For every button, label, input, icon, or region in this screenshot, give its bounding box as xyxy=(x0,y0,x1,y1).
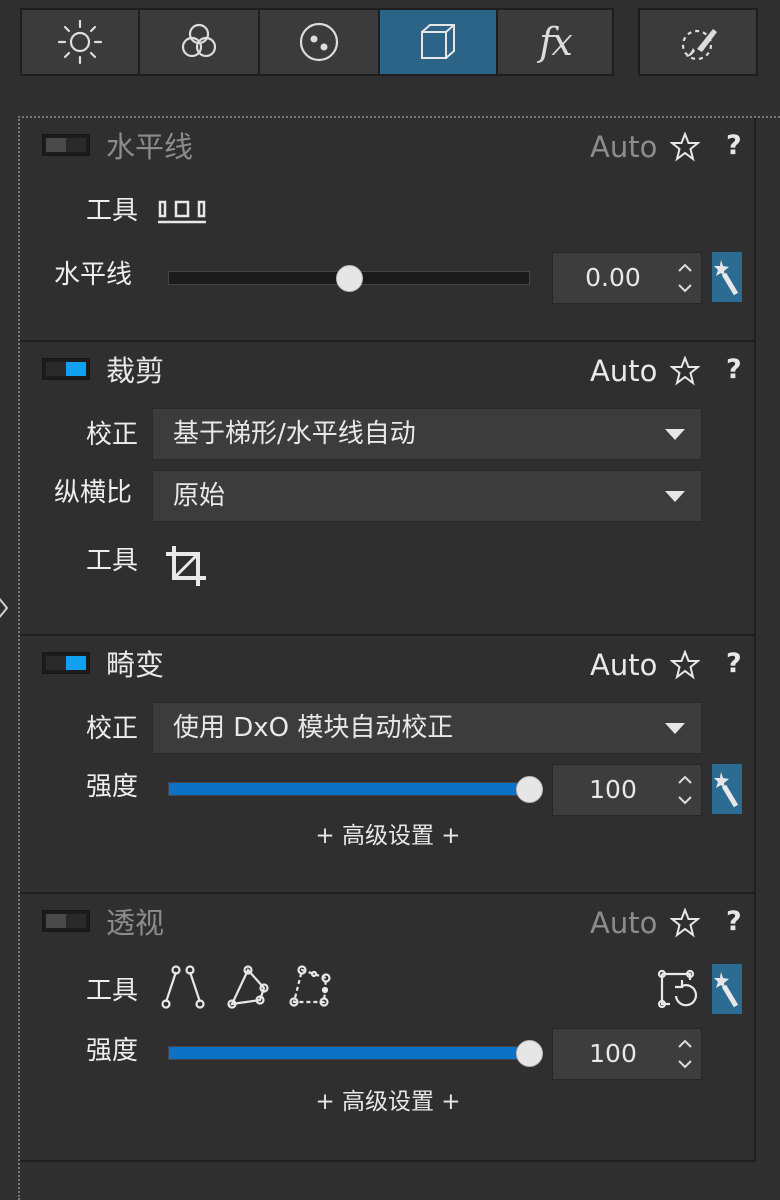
tool-label: 工具 xyxy=(86,546,139,576)
section-title: 透视 xyxy=(106,906,165,940)
tool-label: 工具 xyxy=(86,976,139,1006)
perspective-enable-toggle[interactable] xyxy=(42,910,90,932)
reset-perspective-icon[interactable] xyxy=(656,966,700,1010)
magic-wand-icon xyxy=(714,260,739,296)
tab-geometry[interactable] xyxy=(378,8,498,76)
distortion-correction-dropdown[interactable]: 使用 DxO 模块自动校正 xyxy=(152,702,702,754)
detail-dots-icon xyxy=(299,22,339,62)
perspective-eight-point-tool-icon[interactable] xyxy=(288,964,334,1010)
slider-handle[interactable] xyxy=(516,1040,543,1067)
magic-wand-icon xyxy=(714,772,739,808)
crop-correction-dropdown[interactable]: 基于梯形/水平线自动 xyxy=(152,408,702,460)
stepper-arrows-icon[interactable] xyxy=(677,1037,693,1071)
star-icon[interactable] xyxy=(670,908,700,938)
tab-detail[interactable] xyxy=(258,8,380,76)
help-button[interactable]: ? xyxy=(726,906,742,938)
auto-wand-button[interactable] xyxy=(712,764,742,814)
sun-icon xyxy=(57,19,103,65)
auto-wand-button[interactable] xyxy=(712,964,742,1014)
slider-handle[interactable] xyxy=(336,265,363,292)
slider-handle[interactable] xyxy=(516,776,543,803)
auto-button[interactable]: Auto xyxy=(590,130,657,164)
caret-down-icon xyxy=(665,429,685,440)
advanced-settings-link[interactable]: + 高级设置 + xyxy=(308,822,468,850)
auto-button[interactable]: Auto xyxy=(590,648,657,682)
help-button[interactable]: ? xyxy=(726,354,742,386)
help-button[interactable]: ? xyxy=(726,648,742,680)
horizon-slider-label: 水平线 xyxy=(54,260,133,290)
horizon-section: 水平线 Auto ? 工具 水平线 0.00 xyxy=(20,118,756,342)
help-button[interactable]: ? xyxy=(726,130,742,162)
distortion-strength-field[interactable]: 100 xyxy=(552,764,702,816)
auto-button[interactable]: Auto xyxy=(590,906,657,940)
value-text: 100 xyxy=(589,1039,637,1068)
local-adjust-brush-icon xyxy=(681,29,717,61)
advanced-settings-link[interactable]: + 高级设置 + xyxy=(308,1088,468,1116)
horizon-enable-toggle[interactable] xyxy=(42,134,90,156)
section-title: 裁剪 xyxy=(106,354,165,388)
value-text: 0.00 xyxy=(585,263,641,292)
correction-label: 校正 xyxy=(86,714,139,744)
slider-fill xyxy=(169,1047,529,1059)
fx-icon: fx xyxy=(539,20,572,64)
magic-wand-icon xyxy=(714,972,739,1008)
section-title: 畸变 xyxy=(106,648,165,682)
palette-tab-bar: fx xyxy=(0,0,780,90)
geometry-cube-icon xyxy=(421,24,455,59)
auto-button[interactable]: Auto xyxy=(590,354,657,388)
value-text: 100 xyxy=(589,775,637,804)
distortion-section: 畸变 Auto ? 校正 使用 DxO 模块自动校正 强度 100 + 高级设置… xyxy=(20,636,756,894)
caret-down-icon xyxy=(665,491,685,502)
color-circles-icon xyxy=(181,23,217,58)
stepper-arrows-icon[interactable] xyxy=(677,261,693,295)
aspect-ratio-dropdown[interactable]: 原始 xyxy=(152,470,702,522)
star-icon[interactable] xyxy=(670,650,700,680)
dropdown-value: 使用 DxO 模块自动校正 xyxy=(173,713,454,743)
strength-label: 强度 xyxy=(86,772,139,802)
distortion-strength-slider[interactable] xyxy=(168,776,543,803)
horizon-slider[interactable] xyxy=(168,265,530,292)
slider-fill xyxy=(169,783,529,795)
aspect-ratio-label: 纵横比 xyxy=(54,478,133,508)
crop-tool-icon[interactable] xyxy=(164,544,208,588)
correction-label: 校正 xyxy=(86,420,139,450)
tab-local-adjustments[interactable] xyxy=(638,8,758,76)
star-icon[interactable] xyxy=(670,132,700,162)
perspective-vertical-tool-icon[interactable] xyxy=(160,964,206,1010)
tab-color[interactable] xyxy=(138,8,260,76)
stepper-arrows-icon[interactable] xyxy=(677,773,693,807)
perspective-section: 透视 Auto ? 工具 强度 100 + 高级设置 + xyxy=(20,894,756,1162)
perspective-strength-field[interactable]: 100 xyxy=(552,1028,702,1080)
tool-label: 工具 xyxy=(86,196,139,226)
dropdown-value: 基于梯形/水平线自动 xyxy=(173,419,416,449)
perspective-strength-slider[interactable] xyxy=(168,1040,543,1067)
star-icon[interactable] xyxy=(670,356,700,386)
tab-light[interactable] xyxy=(20,8,140,76)
tab-effects[interactable]: fx xyxy=(496,8,614,76)
distortion-enable-toggle[interactable] xyxy=(42,652,90,674)
strength-label: 强度 xyxy=(86,1036,139,1066)
horizon-value-field[interactable]: 0.00 xyxy=(552,252,702,304)
crop-section: 裁剪 Auto ? 校正 基于梯形/水平线自动 纵横比 原始 工具 xyxy=(20,342,756,636)
section-title: 水平线 xyxy=(106,130,194,164)
dropdown-value: 原始 xyxy=(173,481,226,511)
horizon-tool-icon[interactable] xyxy=(156,196,208,226)
caret-down-icon xyxy=(665,723,685,734)
auto-wand-button[interactable] xyxy=(712,252,742,302)
chevron-right-icon[interactable] xyxy=(0,594,10,622)
crop-enable-toggle[interactable] xyxy=(42,358,90,380)
perspective-rectangle-tool-icon[interactable] xyxy=(224,964,270,1010)
